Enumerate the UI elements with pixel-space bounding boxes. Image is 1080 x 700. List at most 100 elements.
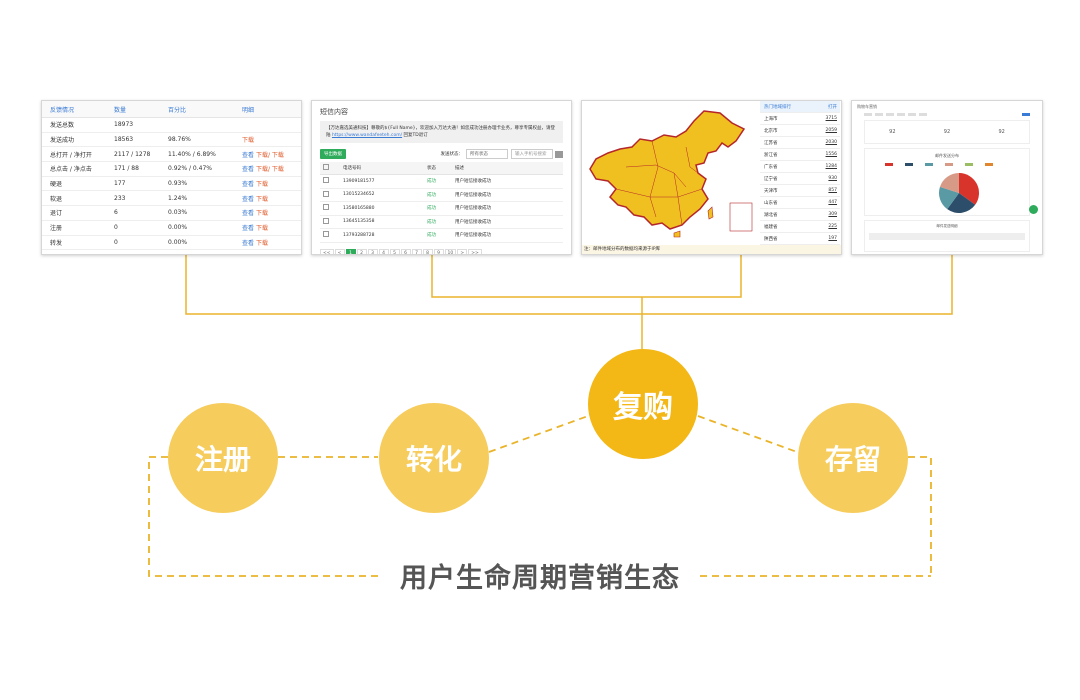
row-checkbox[interactable] [320,201,340,216]
region-row: 山东省 447 [760,197,840,209]
view-link[interactable]: 查看 [242,166,254,173]
row-checkbox[interactable] [320,228,340,243]
page-button[interactable]: 2 [356,248,367,254]
region-row: 上海市 3715 [760,113,840,125]
column-header [320,162,340,175]
download-link[interactable]: 下载 [256,210,268,217]
search-icon[interactable] [555,150,563,158]
search-input[interactable]: 输入手机号搜索 [511,149,553,159]
table-row: 注册 0 0.00% 查看 下载 [42,220,301,236]
email-report-table: 反馈情况 数量 百分比 明细 发送总数 18973 发送成功 18563 98.76%… [42,101,301,251]
region-value[interactable]: 857 [828,188,837,193]
region-value[interactable]: 447 [828,200,837,205]
page-button[interactable]: 1 [345,248,356,254]
region-ranking-header: 热门地域排行 打开 [760,101,840,113]
row-count: 18973 [106,117,160,133]
notice-link[interactable]: https://www.wandafeeteh.com/ [332,133,402,138]
page-button[interactable]: < [334,248,345,254]
row-checkbox[interactable] [320,215,340,229]
download-link[interactable]: 下载 [256,196,268,203]
view-link[interactable]: 查看 [242,181,254,188]
region-value[interactable]: 225 [828,224,837,229]
page-button[interactable]: 3 [367,248,378,254]
region-value[interactable]: 3715 [826,116,837,121]
column-header: 反馈情况 [42,101,106,118]
notice-tail: 回复TD退订 [403,133,428,138]
table-row: 13015234652 成功 用户短信接收成功 [320,188,563,202]
page-button[interactable]: 7 [411,248,422,254]
download-link[interactable]: 下载 [256,240,268,247]
row-label: 硬退 [42,176,106,192]
row-label: 注册 [42,220,106,236]
region-value[interactable]: 197 [828,236,837,241]
view-link[interactable]: 查看 [242,240,254,247]
row-phone: 13645135358 [340,215,424,229]
row-checkbox[interactable] [320,174,340,189]
region-value[interactable]: 309 [828,212,837,217]
download-link[interactable]: 下载 [242,137,254,144]
view-link[interactable]: 查看 [242,210,254,217]
row-checkbox[interactable] [320,188,340,202]
page-button[interactable]: 10 [444,248,457,254]
row-percent: 0.93% [160,176,234,192]
row-phone: 13909181577 [340,174,424,189]
region-value[interactable]: 2059 [826,128,837,133]
row-actions [234,117,301,133]
column-header: 状态 [424,162,452,175]
row-percent: 0.00% [160,235,234,251]
page-button[interactable]: 4 [378,248,389,254]
region-ranking-title: 热门地域排行 [764,104,791,110]
cart-marketing-panel: 购物车营销 92 92 92 邮件发送分布 邮件发送明细 [851,100,1043,255]
filter-button[interactable] [1022,113,1030,116]
region-value[interactable]: 1284 [826,164,837,169]
region-value[interactable]: 930 [828,176,837,181]
download-link[interactable]: 下载 [256,225,268,232]
page-button[interactable]: >> [468,248,482,254]
page-button[interactable]: 5 [389,248,400,254]
row-label: 退订 [42,205,106,221]
chart-title: 邮件发送分布 [935,153,959,158]
download-link[interactable]: 下载/ 下载 [256,152,284,159]
region-name: 北京市 [764,128,778,134]
row-desc: 用户短信接收成功 [452,228,563,243]
row-actions: 下载 [234,132,301,148]
region-value[interactable]: 1556 [826,152,837,157]
page-button[interactable]: 6 [400,248,411,254]
page-button[interactable]: > [457,248,468,254]
row-percent: 0.92% / 0.47% [160,161,234,177]
download-link[interactable]: 下载/ 下载 [256,166,284,173]
row-label: 总打开 / 净打开 [42,146,106,163]
export-button[interactable]: 导出数据 [320,149,346,159]
view-link[interactable]: 查看 [242,225,254,232]
column-header: 数量 [106,101,160,118]
row-actions: 查看 下载 [234,220,301,236]
view-link[interactable]: 查看 [242,152,254,159]
row-status: 成功 [424,174,452,189]
column-header: 电话号码 [340,162,424,175]
row-count: 2117 / 1278 [106,146,160,163]
region-row: 陕西省 197 [760,233,840,245]
toolbar: 导出数据 发送状态： 所有状态 输入手机号搜索 [320,149,563,159]
legend-swatch [885,163,893,166]
page-button[interactable]: 8 [422,248,433,254]
page-button[interactable]: 9 [433,248,444,254]
table-row: 13645135358 成功 用户短信接收成功 [320,215,563,229]
region-row: 辽宁省 930 [760,173,840,185]
stage-repurchase: 复购 [588,349,698,459]
stage-register: 注册 [168,403,278,513]
stage-convert: 转化 [379,403,489,513]
row-desc: 用户短信接收成功 [452,188,563,202]
row-label: 软退 [42,190,106,207]
pie-chart [939,173,979,213]
row-count: 6 [106,205,160,221]
download-link[interactable]: 下载 [256,181,268,188]
status-select[interactable]: 所有状态 [466,149,508,159]
table-row: 发送成功 18563 98.76% 下载 [42,132,301,148]
page-button[interactable]: << [320,248,334,254]
chat-icon[interactable] [1029,205,1038,214]
view-link[interactable]: 查看 [242,196,254,203]
region-value[interactable]: 2030 [826,140,837,145]
row-desc: 用户短信接收成功 [452,174,563,189]
sms-table: 电话号码 状态 描述 13909181577 成功 用户短信接收成功 13015234… [320,162,563,243]
region-name: 陕西省 [764,236,778,242]
